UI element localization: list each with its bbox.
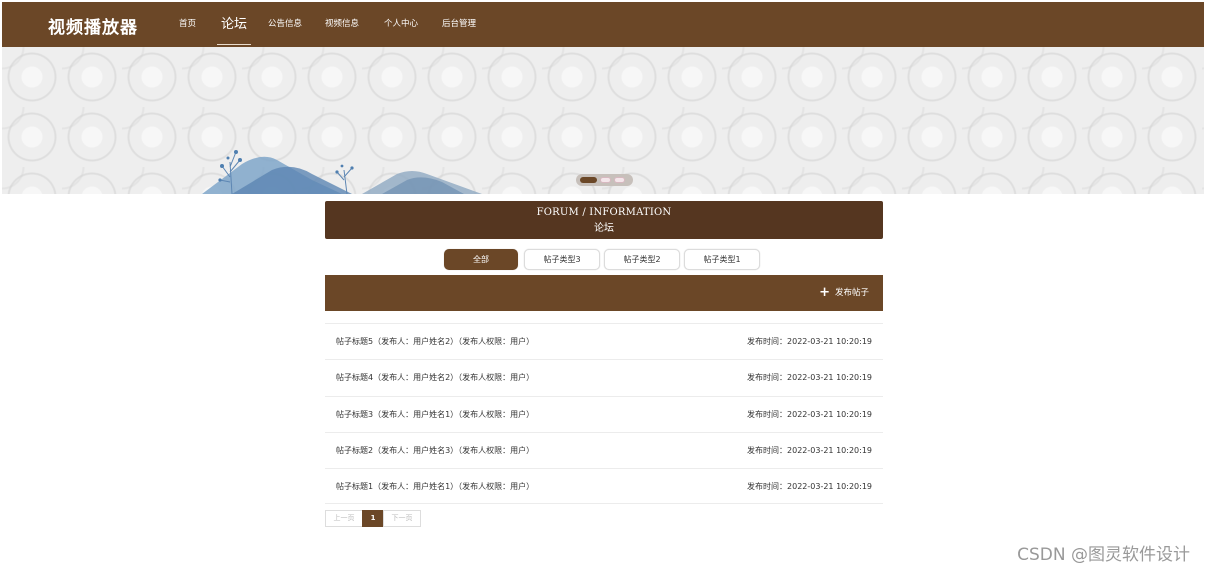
tab-all[interactable]: 全部 [444,249,518,270]
top-nav-bar: 视频播放器 首页 论坛 公告信息 视频信息 个人中心 后台管理 [2,2,1204,47]
post-time: 发布时间：2022-03-21 10:20:19 [747,373,872,383]
slide-dot-3[interactable] [614,177,625,183]
nav-item-admin[interactable]: 后台管理 [442,2,476,47]
tab-post-type-1[interactable]: 帖子类型1 [684,249,760,270]
ink-landscape-illustration [202,150,482,194]
publish-post-label: 发布帖子 [834,288,869,298]
post-list: 帖子标题5（发布人：用户姓名2）（发布人权限：用户） 发布时间：2022-03-… [325,323,883,505]
category-tabs: 全部 帖子类型3 帖子类型2 帖子类型1 [0,249,1206,271]
post-time: 发布时间：2022-03-21 10:20:19 [747,409,872,419]
post-title[interactable]: 帖子标题1（发布人：用户姓名1）（发布人权限：用户） [336,469,534,504]
post-time: 发布时间：2022-03-21 10:20:19 [747,445,872,455]
post-title[interactable]: 帖子标题4（发布人：用户姓名2）（发布人权限：用户） [336,360,534,395]
nav-item-personal-center[interactable]: 个人中心 [384,2,418,47]
post-title[interactable]: 帖子标题3（发布人：用户姓名1）（发布人权限：用户） [336,397,534,432]
next-page-button[interactable]: 下一页 [383,510,421,527]
forum-action-bar: + 发布帖子 [325,275,883,311]
publish-post-button[interactable]: + 发布帖子 [819,275,869,311]
page-number-current[interactable]: 1 [362,510,384,527]
post-title[interactable]: 帖子标题2（发布人：用户姓名3）（发布人权限：用户） [336,433,534,468]
post-time: 发布时间：2022-03-21 10:20:19 [747,482,872,492]
post-title[interactable]: 帖子标题5（发布人：用户姓名2）（发布人权限：用户） [336,324,534,359]
section-title-block: FORUM / INFORMATION 论坛 [325,201,883,239]
prev-page-button[interactable]: 上一页 [325,510,363,527]
site-logo[interactable]: 视频播放器 [48,13,138,38]
post-time: 发布时间：2022-03-21 10:20:19 [747,337,872,346]
slide-dot-1[interactable] [580,177,597,183]
section-title-en: FORUM / INFORMATION [536,207,672,218]
tab-post-type-3[interactable]: 帖子类型3 [524,249,600,270]
pagination: 上一页 1 下一页 [325,510,421,527]
section-title-zh: 论坛 [594,223,614,234]
watermark: CSDN @图灵软件设计 [1017,545,1190,565]
list-item[interactable]: 帖子标题3（发布人：用户姓名1）（发布人权限：用户） 发布时间：2022-03-… [325,395,883,432]
slider-indicator [576,174,633,186]
nav-item-videos[interactable]: 视频信息 [325,2,359,47]
list-item[interactable]: 帖子标题4（发布人：用户姓名2）（发布人权限：用户） 发布时间：2022-03-… [325,359,883,395]
hero-banner[interactable] [2,47,1204,194]
nav-item-home[interactable]: 首页 [179,2,196,47]
nav-item-announcements[interactable]: 公告信息 [268,2,302,47]
nav-item-forum[interactable]: 论坛 [216,2,252,47]
list-item[interactable]: 帖子标题2（发布人：用户姓名3）（发布人权限：用户） 发布时间：2022-03-… [325,431,883,468]
list-item[interactable]: 帖子标题5（发布人：用户姓名2）（发布人权限：用户） 发布时间：2022-03-… [325,323,883,359]
slide-dot-2[interactable] [600,177,611,183]
plus-icon: + [819,285,830,300]
tab-post-type-2[interactable]: 帖子类型2 [604,249,680,270]
list-item[interactable]: 帖子标题1（发布人：用户姓名1）（发布人权限：用户） 发布时间：2022-03-… [325,468,883,505]
